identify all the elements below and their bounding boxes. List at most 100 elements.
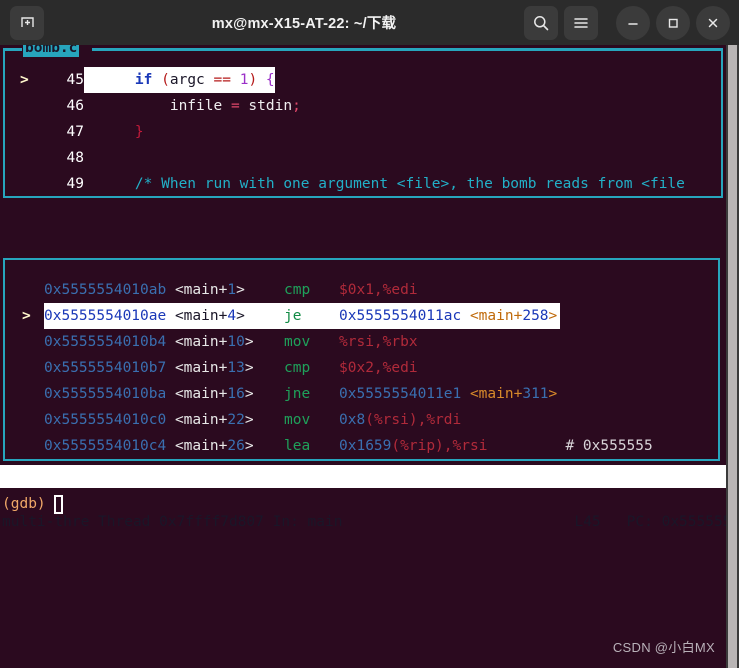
source-panel: bomb.c >45 if (argc == 1) {46 infile = s…	[0, 45, 726, 200]
code-token: stdin	[248, 98, 293, 114]
symbol-close: >	[244, 360, 254, 376]
window-controls	[524, 5, 730, 40]
instruction-mnemonic: mov	[284, 334, 311, 350]
assembly-line-content: 0x5555554010b7 <main+13> cmp $0x2,%edi	[44, 355, 418, 381]
symbol-close: >	[236, 308, 245, 324]
instruction-operands: %rsi,%rbx	[339, 334, 418, 350]
code-token: {	[265, 72, 275, 88]
menu-button[interactable]	[564, 5, 598, 40]
instruction-address: 0x5555554010c4	[44, 438, 175, 454]
source-line: 47 }	[20, 119, 720, 145]
operand-token: ),	[408, 412, 427, 428]
code-token: =	[222, 98, 249, 114]
title-bar: mx@mx-X15-AT-22: ~/下载	[0, 0, 739, 45]
terminal-body[interactable]: bomb.c >45 if (argc == 1) {46 infile = s…	[0, 45, 739, 668]
instruction-address: 0x5555554010ba	[44, 386, 175, 402]
symbol-close: >	[236, 282, 245, 298]
status-program-counter: PC: 0x5555554010ae	[626, 514, 739, 530]
operand-token: 258	[522, 308, 549, 324]
assembly-line-content: 0x5555554010ab <main+1> cmp $0x1,%edi	[44, 277, 418, 303]
instruction-address: 0x5555554010ab	[44, 282, 175, 298]
operand-token: %rdi	[426, 412, 462, 428]
maximize-button[interactable]	[656, 5, 690, 40]
operand-token: (	[365, 412, 374, 428]
new-tab-button[interactable]	[10, 5, 44, 40]
search-button[interactable]	[524, 5, 558, 40]
instruction-operands: 0x8(%rsi),%rdi	[339, 412, 461, 428]
gdb-status-bar: multi-thre Thread 0x7ffff7d807 In: main …	[0, 465, 739, 530]
code-token: ==	[213, 72, 231, 88]
current-line-marker: >	[20, 72, 29, 88]
instruction-operands: 0x5555554011e1 <main+311>	[339, 386, 557, 402]
source-line-number: 49	[66, 176, 84, 192]
source-code-lines: >45 if (argc == 1) {46 infile = stdin; 47…	[20, 67, 720, 195]
terminal-scrollbar[interactable]	[726, 45, 739, 668]
operand-token: %rsi	[452, 438, 488, 454]
symbol-name: <main+	[174, 438, 228, 454]
assembly-line: 0x5555554010b4 <main+10> mov %rsi,%rbx	[22, 329, 722, 355]
instruction-mnemonic: lea	[284, 438, 311, 454]
operand-token: <main+	[469, 308, 523, 324]
instruction-address-symbol: 0x5555554010c4 <main+26>	[44, 433, 284, 459]
maximize-icon	[665, 15, 681, 31]
instruction-address: 0x5555554010b4	[44, 334, 175, 350]
instruction-address-symbol: 0x5555554010c0 <main+22>	[44, 407, 284, 433]
instruction-mnemonic: cmp	[284, 360, 311, 376]
code-token: )	[248, 72, 258, 88]
code-token: (	[161, 72, 170, 88]
scrollbar-thumb[interactable]	[728, 45, 737, 668]
instruction-mnemonic: mov	[284, 412, 311, 428]
symbol-name: <main+	[174, 308, 228, 324]
assembly-line-content: 0x5555554010ba <main+16> jne 0x5555554011e…	[44, 381, 557, 407]
assembly-line: 0x5555554010ab <main+1> cmp $0x1,%edi	[22, 277, 722, 303]
instruction-address: 0x5555554010b7	[44, 360, 175, 376]
assembly-line-content: 0x5555554010c4 <main+26> lea 0x1659(%rip),…	[44, 433, 487, 459]
symbol-name: <main+	[174, 282, 228, 298]
symbol-offset: 13	[227, 360, 245, 376]
symbol-offset: 16	[227, 386, 245, 402]
instruction-mnemonic: je	[284, 308, 302, 324]
code-token: if	[134, 72, 153, 88]
symbol-offset: 26	[227, 438, 245, 454]
instruction-address-symbol: 0x5555554010b7 <main+13>	[44, 355, 284, 381]
symbol-close: >	[244, 334, 254, 350]
operand-token: %rip	[400, 438, 436, 454]
code-token: infile	[100, 98, 223, 114]
instruction-address-symbol: 0x5555554010ae <main+4>	[44, 303, 284, 329]
new-tab-icon	[19, 14, 36, 31]
assembly-lines: 0x5555554010ab <main+1> cmp $0x1,%edi >0x55…	[22, 277, 722, 459]
source-line-text: if (argc == 1) {	[84, 67, 275, 93]
source-line: >45 if (argc == 1) {	[20, 67, 720, 93]
instruction-mnemonic: jne	[284, 386, 311, 402]
instruction-address-symbol: 0x5555554010ba <main+16>	[44, 381, 284, 407]
hamburger-menu-icon	[572, 14, 590, 32]
source-line-number: 46	[66, 98, 84, 114]
code-token: argc	[169, 72, 205, 88]
close-button[interactable]	[696, 5, 730, 40]
instruction-operands: $0x2,%edi	[339, 360, 418, 376]
gdb-prompt-label: (gdb)	[2, 496, 46, 512]
assembly-line: 0x5555554010c0 <main+22> mov 0x8(%rsi),%rd…	[22, 407, 722, 433]
operand-token: $0x2,%edi	[339, 360, 418, 376]
operand-token: 311	[522, 386, 549, 402]
instruction-mnemonic: cmp	[284, 282, 311, 298]
minimize-button[interactable]	[616, 5, 650, 40]
symbol-offset: 10	[227, 334, 245, 350]
operand-token: %rsi	[373, 412, 409, 428]
symbol-close: >	[244, 438, 254, 454]
source-line-number: 45	[66, 72, 84, 88]
assembly-line-content: 0x5555554010ae <main+4> je 0x5555554011ac …	[44, 303, 561, 329]
window-title: mx@mx-X15-AT-22: ~/下载	[211, 16, 397, 32]
gdb-prompt[interactable]: (gdb)	[2, 493, 63, 515]
source-line-number: 47	[66, 124, 84, 140]
assembly-panel: 0x5555554010ab <main+1> cmp $0x1,%edi >0x55…	[3, 258, 720, 461]
code-token: /* When run with one argument <file>, th…	[100, 176, 685, 192]
operand-token: $0x1,%edi	[339, 282, 418, 298]
operand-token: 0x8	[339, 412, 366, 428]
operand-token: 0x5555554011ac	[339, 308, 470, 324]
operand-token: >	[548, 308, 558, 324]
